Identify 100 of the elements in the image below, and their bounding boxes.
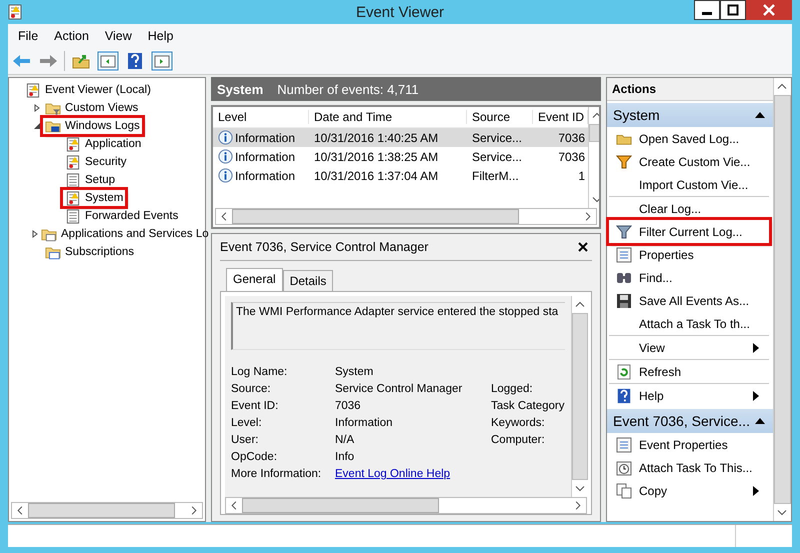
menu-item[interactable]: View: [96, 27, 140, 45]
tree-item[interactable]: Security: [63, 154, 129, 170]
command-item[interactable]: Copy: [609, 479, 769, 502]
horizontal-scrollbar[interactable]: [225, 497, 587, 514]
folder-up-icon[interactable]: [71, 52, 91, 70]
column-header[interactable]: Source: [467, 110, 533, 124]
command-item[interactable]: View: [609, 335, 769, 359]
properties-icon: [616, 246, 632, 262]
tree-item[interactable]: Subscriptions: [43, 244, 136, 260]
event-log-icon: [8, 4, 22, 20]
help-icon[interactable]: [125, 52, 145, 70]
field-label: User:: [231, 434, 260, 446]
expand-toggle-icon[interactable]: [31, 230, 39, 238]
field-label: Computer:: [491, 434, 546, 446]
command-item[interactable]: Properties: [609, 243, 769, 266]
submenu-arrow-icon: [753, 486, 759, 496]
collapse-arrow-icon[interactable]: [755, 418, 765, 424]
field-label: OpCode:: [231, 451, 278, 463]
table-cell: Information: [213, 168, 309, 183]
menu-item[interactable]: Help: [140, 27, 182, 45]
refresh-icon: [616, 364, 632, 380]
window-title: Event Viewer: [356, 4, 444, 20]
vertical-scrollbar[interactable]: [570, 296, 588, 497]
command-item[interactable]: Open Saved Log...: [609, 127, 769, 150]
funnel-icon: [616, 154, 632, 170]
command-item[interactable]: Create Custom Vie...: [609, 150, 769, 173]
close-icon[interactable]: [578, 242, 588, 252]
event-log-icon: [65, 154, 81, 170]
column-header[interactable]: Date and Time: [309, 110, 467, 124]
field-value: Information: [335, 417, 394, 429]
event-log-icon: [25, 82, 41, 98]
command-item[interactable]: Refresh: [609, 359, 769, 383]
tree-item[interactable]: Custom Views: [43, 100, 140, 116]
table-cell-text: 7036: [557, 150, 586, 164]
command-item[interactable]: Find...: [609, 266, 769, 289]
field-label: More Information:: [231, 468, 322, 480]
menu-item[interactable]: Action: [46, 27, 97, 45]
info-icon: [218, 149, 233, 164]
event-row[interactable]: Information 10/31/2016 1:37:04 AM FilterM... 1: [213, 166, 588, 185]
tab[interactable]: Details: [282, 270, 334, 291]
field-label: Level:: [231, 417, 263, 429]
folder-icon: [45, 118, 61, 134]
collapse-arrow-icon[interactable]: [755, 112, 765, 118]
field-label: Log Name:: [231, 366, 288, 378]
tree-item[interactable]: Windows Logs: [43, 118, 142, 134]
command-item[interactable]: Help: [609, 383, 769, 407]
folder-icon: [45, 100, 61, 116]
table-cell-text: Service...: [471, 150, 524, 164]
table-cell-text: 7036: [557, 130, 586, 144]
panel-icon[interactable]: [97, 51, 119, 71]
tree-item[interactable]: Setup: [63, 172, 118, 188]
column-header[interactable]: Level: [213, 110, 309, 124]
command-item[interactable]: Event Properties: [609, 433, 769, 456]
expand-toggle-icon[interactable]: [33, 122, 41, 130]
command-item[interactable]: Import Custom Vie...: [609, 173, 769, 196]
minimize-button[interactable]: [694, 0, 720, 20]
table-cell-text: 10/31/2016 1:37:04 AM: [313, 168, 440, 182]
event-detail-title: Event 7036, Service Control Manager: [220, 240, 428, 254]
folder-icon: [45, 244, 61, 260]
log-icon: [65, 208, 81, 224]
command-item[interactable]: Save All Events As...: [609, 289, 769, 312]
tree-item[interactable]: Application: [63, 136, 144, 152]
command-item[interactable]: Attach a Task To th...: [609, 312, 769, 335]
section-header[interactable]: Event 7036, Service...: [607, 409, 773, 433]
submenu-arrow-icon: [753, 342, 759, 352]
tree-item[interactable]: Event Viewer (Local): [23, 82, 153, 98]
tree-item[interactable]: System: [63, 190, 126, 206]
tree-item[interactable]: Applications and Services Lo: [39, 226, 211, 242]
menu-item[interactable]: File: [10, 27, 46, 45]
info-icon: [218, 168, 233, 183]
help-link[interactable]: Event Log Online Help: [335, 468, 491, 480]
table-cell: Information: [213, 130, 309, 145]
horizontal-scrollbar[interactable]: [215, 208, 597, 225]
tab[interactable]: General: [226, 268, 283, 291]
event-row[interactable]: Information 10/31/2016 1:40:25 AM Service... 7036: [213, 128, 588, 147]
table-cell-text: 1: [577, 168, 586, 182]
panel-icon[interactable]: [151, 51, 173, 71]
command-item[interactable]: Clear Log...: [609, 196, 769, 220]
field-label: Logged:: [491, 383, 534, 395]
info-icon: [218, 130, 233, 145]
field-label: Source:: [231, 383, 272, 395]
command-item[interactable]: Attach Task To This...: [609, 456, 769, 479]
forward-arrow-icon[interactable]: [38, 52, 58, 70]
close-button[interactable]: [746, 0, 792, 20]
event-row[interactable]: Information 10/31/2016 1:38:25 AM Service... 7036: [213, 147, 588, 166]
horizontal-scrollbar[interactable]: [11, 502, 203, 519]
properties-icon: [616, 436, 632, 452]
vertical-scrollbar[interactable]: [773, 78, 791, 521]
expand-toggle-icon[interactable]: [33, 104, 41, 112]
table-cell-text: Service...: [471, 130, 524, 144]
tree-item[interactable]: Forwarded Events: [63, 208, 180, 224]
field-value: Info: [335, 451, 356, 463]
section-header[interactable]: System: [607, 103, 773, 127]
field-label: Event ID:: [231, 400, 280, 412]
maximize-button[interactable]: [720, 0, 746, 20]
table-cell: Information: [213, 149, 309, 164]
table-cell-text: 10/31/2016 1:38:25 AM: [313, 150, 440, 164]
back-arrow-icon[interactable]: [12, 52, 32, 70]
table-cell-text: 10/31/2016 1:40:25 AM: [313, 130, 440, 144]
command-item[interactable]: Filter Current Log...: [609, 220, 769, 243]
